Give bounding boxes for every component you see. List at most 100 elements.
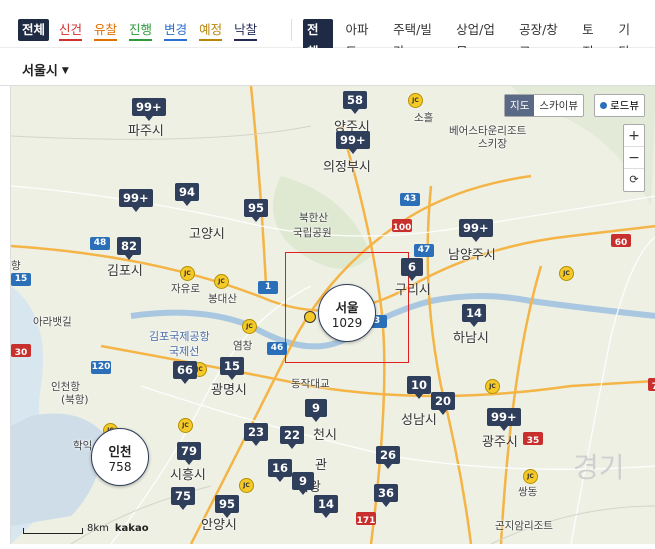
place-label: 국제선 — [169, 345, 200, 358]
tab-divider — [291, 19, 292, 41]
listing-count-marker[interactable]: 16 — [268, 459, 293, 482]
junction-icon: JC — [408, 93, 423, 108]
place-label: 남양주시 — [448, 248, 496, 263]
zoom-in-button[interactable]: + — [624, 125, 644, 147]
junction-icon: JC — [239, 478, 254, 493]
map-type-skyview-button[interactable]: 스카이뷰 — [534, 95, 583, 116]
place-label: 김포국제공항 — [149, 330, 210, 343]
listing-count-marker[interactable]: 15 — [220, 357, 245, 380]
scale-label: 8km — [87, 523, 109, 534]
listing-count-marker[interactable]: 23 — [244, 423, 269, 446]
place-label: 소흘 — [414, 112, 434, 124]
highway-shield: 1 — [258, 281, 278, 294]
status-tab-new[interactable]: 신건 — [59, 20, 83, 41]
highway-shield: 47 — [414, 244, 434, 257]
listing-count-marker[interactable]: 82 — [117, 237, 142, 260]
listing-count-marker[interactable]: 99+ — [336, 131, 370, 154]
status-tab-scheduled[interactable]: 예정 — [199, 20, 223, 41]
listing-count-marker[interactable]: 66 — [173, 361, 198, 384]
highway-shield: 30 — [11, 344, 31, 358]
place-label: 시흥시 — [170, 468, 206, 483]
place-label: 안양시 — [201, 518, 237, 533]
map-type-map-button[interactable]: 지도 — [505, 95, 535, 116]
listing-count-marker[interactable]: 79 — [177, 442, 202, 465]
listing-count-marker[interactable]: 58 — [343, 91, 368, 114]
place-label: 곤지암리조트 — [495, 520, 553, 532]
listing-count-marker[interactable]: 36 — [374, 484, 399, 507]
kakao-logo: kakao — [114, 523, 149, 534]
roadview-label: 로드뷰 — [610, 100, 639, 112]
junction-icon: JC — [485, 379, 500, 394]
roadview-button[interactable]: 로드뷰 — [594, 94, 645, 117]
highway-shield: 48 — [90, 237, 110, 250]
listing-count-marker[interactable]: 10 — [407, 376, 432, 399]
place-label: 자유로 — [171, 283, 200, 295]
place-label: 향 — [11, 260, 21, 272]
place-label: 파주시 — [128, 124, 164, 139]
listing-count-marker[interactable]: 26 — [376, 446, 401, 469]
place-label: 김포시 — [107, 264, 143, 279]
place-label: 하남시 — [453, 331, 489, 346]
listing-count-marker[interactable]: 9 — [305, 399, 327, 422]
place-label: 북한산 — [299, 212, 328, 224]
map-view[interactable]: 양주시 파주시 의정부시 소흘 베어스타운리조트 스키장 고양시 북한산 국립공… — [10, 86, 655, 544]
highway-shield: 78 — [648, 378, 655, 392]
listing-count-marker[interactable]: 6 — [401, 258, 423, 281]
place-label: 고양시 — [189, 227, 225, 242]
listing-count-marker[interactable]: 14 — [462, 304, 487, 327]
listing-count-marker[interactable]: 75 — [171, 487, 196, 510]
listing-count-marker[interactable]: 99+ — [119, 189, 153, 212]
listing-count-marker[interactable]: 20 — [431, 392, 456, 415]
listing-count-marker[interactable]: 9 — [292, 472, 314, 495]
highway-shield: 15 — [11, 273, 31, 286]
highway-shield: 46 — [267, 342, 287, 355]
status-tab-changed[interactable]: 변경 — [164, 20, 188, 41]
listing-count-marker[interactable]: 14 — [314, 495, 339, 518]
place-label: 염창 — [233, 340, 253, 352]
listing-count-marker[interactable]: 95 — [244, 199, 269, 222]
place-label: 성남시 — [401, 413, 437, 428]
map-scale: 8km kakao — [23, 523, 149, 534]
cluster-count: 1029 — [331, 315, 363, 330]
place-label: 경기 — [573, 451, 625, 484]
place-label: (북항) — [61, 394, 89, 406]
place-label: 천시 — [313, 428, 337, 443]
junction-icon: JC — [242, 319, 257, 334]
junction-icon: JC — [559, 266, 574, 281]
highway-shield: 35 — [523, 432, 543, 446]
highway-shield: 43 — [400, 193, 420, 206]
status-tab-all[interactable]: 전체 — [18, 19, 50, 41]
listing-count-marker[interactable]: 99+ — [132, 98, 166, 121]
place-label: 국립공원 — [293, 227, 332, 239]
region-dropdown[interactable]: 서울시 ▼ — [22, 60, 69, 79]
place-label: 광주시 — [482, 435, 518, 450]
cluster-seoul[interactable]: 서울 1029 — [318, 284, 376, 342]
zoom-out-button[interactable]: − — [624, 147, 644, 169]
listing-count-marker[interactable]: 94 — [175, 183, 200, 206]
listing-count-marker[interactable]: 99+ — [459, 219, 493, 242]
place-label: 관 — [315, 458, 327, 473]
reset-view-button[interactable]: ⟳ — [624, 169, 644, 191]
region-bar: 서울시 ▼ — [0, 48, 655, 86]
listing-count-marker[interactable]: 22 — [280, 426, 305, 449]
junction-icon: JC — [214, 274, 229, 289]
status-tab-failed[interactable]: 유찰 — [94, 20, 118, 41]
map-type-toggle: 지도 스카이뷰 — [504, 94, 584, 117]
junction-icon: JC — [180, 266, 195, 281]
cluster-name: 인천 — [108, 443, 132, 459]
listing-count-marker[interactable]: 99+ — [487, 408, 521, 431]
highway-shield: 120 — [91, 361, 111, 374]
listing-count-marker[interactable]: 95 — [215, 495, 240, 518]
scale-bar — [23, 528, 83, 534]
highway-shield: 100 — [392, 219, 412, 233]
status-tabs: 전체 신건 유찰 진행 변경 예정 낙찰 — [18, 19, 269, 41]
status-tab-sold[interactable]: 낙찰 — [234, 20, 258, 41]
zoom-control: + − ⟳ — [623, 124, 645, 192]
junction-icon: JC — [178, 418, 193, 433]
chevron-down-icon: ▼ — [61, 66, 69, 76]
region-label: 서울시 — [22, 64, 58, 79]
status-tab-ongoing[interactable]: 진행 — [129, 20, 153, 41]
filter-bar: 전체 신건 유찰 진행 변경 예정 낙찰 전체 아파트 주택/빌라 상업/업무 … — [0, 0, 655, 63]
cluster-incheon[interactable]: 인천 758 — [91, 428, 149, 486]
roadview-pin-icon — [600, 102, 608, 109]
